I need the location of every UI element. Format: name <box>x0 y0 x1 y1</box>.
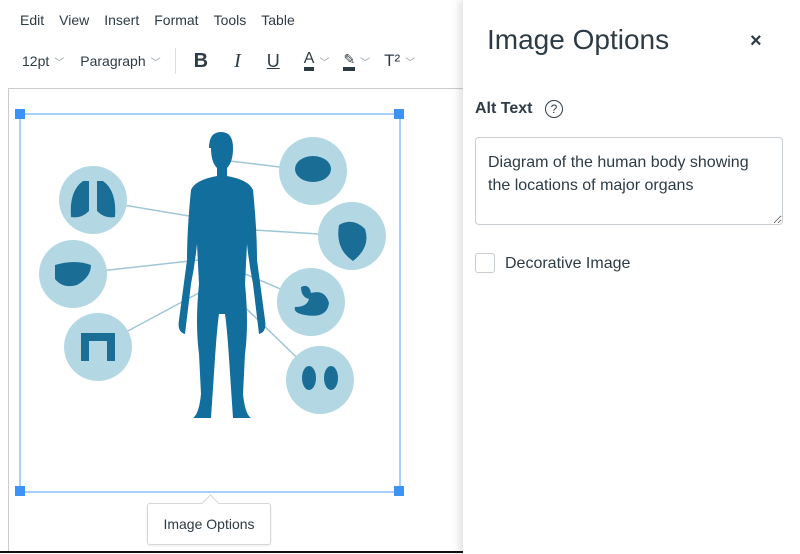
image-options-panel: Image Options × Alt Text ? Diagram of th… <box>463 0 800 554</box>
superscript-icon: T² <box>384 51 401 70</box>
menu-view[interactable]: View <box>59 12 89 28</box>
highlight-color-button[interactable]: ✎ ﹀ <box>343 51 370 71</box>
image-options-label: Image Options <box>163 516 255 532</box>
image-selection-frame <box>19 113 401 493</box>
underline-button[interactable]: U <box>267 51 280 72</box>
superscript-button[interactable]: T² ﹀ <box>384 51 415 71</box>
divider <box>0 551 470 553</box>
bold-icon: B <box>193 49 209 72</box>
italic-button[interactable]: I <box>234 50 241 73</box>
font-size-value: 12pt <box>22 53 50 69</box>
alt-text-label: Alt Text <box>475 100 533 117</box>
resize-handle-top-right[interactable] <box>394 109 404 119</box>
decorative-image-label[interactable]: Decorative Image <box>505 255 630 273</box>
decorative-image-checkbox[interactable] <box>475 253 495 273</box>
chevron-down-icon: ﹀ <box>150 57 161 69</box>
italic-icon: I <box>234 49 241 72</box>
resize-handle-bottom-right[interactable] <box>394 486 404 496</box>
toolbar: 12pt ﹀ Paragraph ﹀ B I U A ﹀ ✎ ﹀ T² ﹀ <box>22 48 415 74</box>
alt-text-input[interactable]: Diagram of the human body showing the lo… <box>475 137 783 225</box>
menu-edit[interactable]: Edit <box>20 12 44 28</box>
underline-icon: U <box>266 50 280 71</box>
block-format-dropdown[interactable]: Paragraph ﹀ <box>80 53 160 69</box>
toolbar-divider <box>174 48 176 74</box>
resize-handle-top-left[interactable] <box>15 109 25 119</box>
block-format-value: Paragraph <box>80 53 146 69</box>
text-color-icon: A <box>303 51 315 71</box>
menu-table[interactable]: Table <box>261 12 294 28</box>
image-options-button[interactable]: Image Options <box>147 503 271 545</box>
menu-insert[interactable]: Insert <box>104 12 139 28</box>
chevron-down-icon: ﹀ <box>54 57 65 69</box>
menu-tools[interactable]: Tools <box>214 12 247 28</box>
font-size-dropdown[interactable]: 12pt ﹀ <box>22 53 64 69</box>
menu-bar: Edit View Insert Format Tools Table <box>20 12 310 28</box>
chevron-down-icon: ﹀ <box>319 57 330 69</box>
resize-handle-bottom-left[interactable] <box>15 486 25 496</box>
chevron-down-icon: ﹀ <box>405 57 416 69</box>
text-color-button[interactable]: A ﹀ <box>303 51 330 71</box>
highlighter-icon: ✎ <box>343 51 356 71</box>
panel-title: Image Options <box>487 24 670 55</box>
bold-button[interactable]: B <box>194 50 208 73</box>
help-icon[interactable]: ? <box>545 100 563 118</box>
close-icon[interactable]: × <box>750 30 762 53</box>
menu-format[interactable]: Format <box>154 12 198 28</box>
chevron-down-icon: ﹀ <box>360 57 371 69</box>
